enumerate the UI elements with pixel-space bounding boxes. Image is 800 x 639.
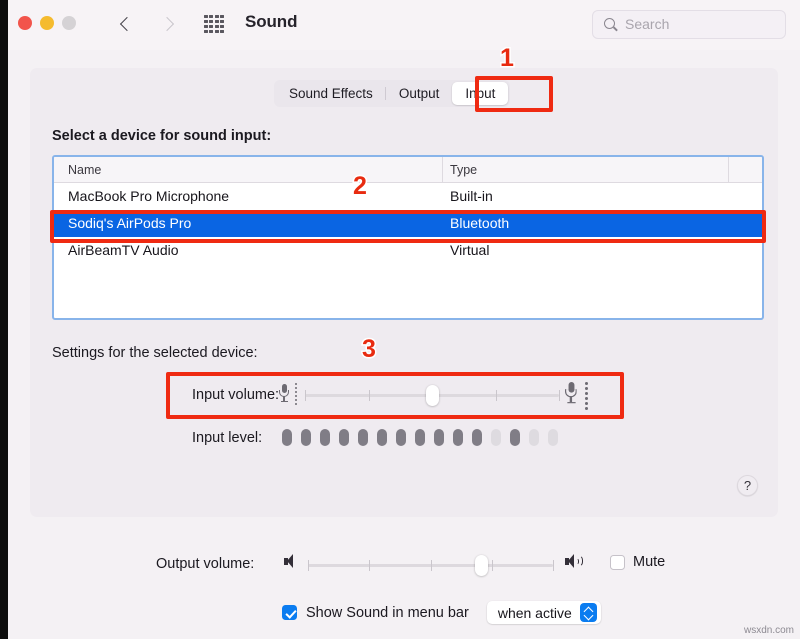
level-segment bbox=[320, 429, 330, 446]
annotation-number-1: 1 bbox=[499, 44, 516, 72]
level-segment bbox=[472, 429, 482, 446]
sound-preferences-window: Sound Search Sound Effects Output Input … bbox=[8, 0, 800, 639]
slider-tick bbox=[491, 560, 493, 571]
page-title: Sound bbox=[245, 12, 298, 31]
navigation-arrows bbox=[116, 11, 180, 37]
search-placeholder: Search bbox=[625, 16, 670, 32]
input-device-table[interactable]: Name Type MacBook Pro Microphone Built-i… bbox=[52, 155, 764, 320]
forward-chevron-icon[interactable] bbox=[160, 11, 180, 37]
device-name: Sodiq's AirPods Pro bbox=[68, 215, 192, 231]
slider-tick bbox=[308, 560, 309, 571]
chevron-up-down-icon bbox=[579, 603, 597, 622]
window-titlebar: Sound Search bbox=[8, 0, 800, 50]
level-segment bbox=[510, 429, 520, 446]
input-level-meter bbox=[282, 429, 558, 446]
speaker-high-icon bbox=[565, 553, 583, 569]
level-segment bbox=[282, 429, 292, 446]
slider-thumb[interactable] bbox=[475, 555, 489, 576]
table-row[interactable]: AirBeamTV Audio Virtual bbox=[54, 237, 762, 264]
show-sound-in-menu-bar-label: Show Sound in menu bar bbox=[306, 604, 469, 621]
input-level-label: Input level: bbox=[192, 430, 263, 446]
device-name: MacBook Pro Microphone bbox=[68, 188, 230, 204]
traffic-light-buttons bbox=[18, 16, 76, 30]
level-segment bbox=[415, 429, 425, 446]
search-icon bbox=[604, 18, 615, 29]
microphone-small-dots-icon bbox=[295, 383, 297, 405]
search-field[interactable]: Search bbox=[592, 10, 786, 39]
slider-tick bbox=[495, 390, 497, 401]
level-segment bbox=[339, 429, 349, 446]
slider-tick bbox=[559, 390, 560, 401]
level-segment bbox=[491, 429, 501, 446]
slider-tick bbox=[369, 560, 371, 571]
annotation-number-3: 3 bbox=[361, 335, 378, 363]
microphone-small-icon bbox=[279, 384, 289, 404]
device-type: Bluetooth bbox=[450, 215, 510, 231]
table-row[interactable]: MacBook Pro Microphone Built-in bbox=[54, 183, 762, 210]
show-sound-in-menu-bar-checkbox[interactable] bbox=[282, 605, 297, 620]
mute-checkbox-group[interactable]: Mute bbox=[610, 554, 665, 570]
tab-sound-effects[interactable]: Sound Effects bbox=[276, 82, 386, 105]
minimize-window-button[interactable] bbox=[40, 16, 54, 30]
settings-section-label: Settings for the selected device: bbox=[52, 345, 258, 361]
slider-tick bbox=[553, 560, 554, 571]
slider-tick bbox=[305, 390, 306, 401]
device-type: Virtual bbox=[450, 242, 490, 258]
level-segment bbox=[434, 429, 444, 446]
dropdown-value: when active bbox=[497, 604, 572, 621]
tab-input[interactable]: Input bbox=[452, 82, 509, 105]
slider-tick bbox=[430, 560, 432, 571]
microphone-large-dots-icon bbox=[585, 382, 588, 410]
level-segment bbox=[396, 429, 406, 446]
table-row[interactable]: Sodiq's AirPods Pro Bluetooth bbox=[54, 210, 762, 237]
column-divider bbox=[442, 157, 443, 183]
slider-tick bbox=[368, 390, 370, 401]
level-segment bbox=[529, 429, 539, 446]
microphone-large-icon bbox=[565, 382, 577, 406]
show-all-grid-icon[interactable] bbox=[204, 15, 224, 33]
watermark: wsxdn.com bbox=[743, 625, 794, 636]
sound-tab-bar: Sound Effects Output Input bbox=[274, 80, 511, 107]
tab-output[interactable]: Output bbox=[386, 82, 453, 105]
menu-bar-visibility-dropdown[interactable]: when active bbox=[486, 601, 601, 624]
zoom-window-button[interactable] bbox=[62, 16, 76, 30]
level-segment bbox=[377, 429, 387, 446]
speaker-low-icon bbox=[284, 553, 298, 569]
level-segment bbox=[453, 429, 463, 446]
close-window-button[interactable] bbox=[18, 16, 32, 30]
slider-thumb[interactable] bbox=[425, 385, 439, 406]
mute-checkbox[interactable] bbox=[610, 554, 625, 570]
input-volume-label: Input volume: bbox=[192, 387, 280, 403]
level-segment bbox=[358, 429, 368, 446]
help-question-icon[interactable]: ? bbox=[737, 475, 758, 496]
input-volume-slider[interactable] bbox=[305, 385, 560, 406]
back-chevron-icon[interactable] bbox=[116, 11, 136, 37]
annotation-number-2: 2 bbox=[352, 172, 369, 200]
menu-bar-option-group: Show Sound in menu bar when active bbox=[282, 601, 601, 624]
mute-label: Mute bbox=[633, 554, 666, 570]
device-name: AirBeamTV Audio bbox=[68, 242, 179, 258]
column-header-type[interactable]: Type bbox=[450, 163, 477, 177]
column-header-name[interactable]: Name bbox=[68, 163, 101, 177]
level-segment bbox=[301, 429, 311, 446]
output-volume-label: Output volume: bbox=[156, 556, 255, 572]
output-volume-slider[interactable] bbox=[308, 555, 554, 576]
level-segment bbox=[548, 429, 558, 446]
table-header-row: Name Type bbox=[54, 157, 762, 183]
column-divider bbox=[728, 157, 729, 183]
device-list-label: Select a device for sound input: bbox=[52, 128, 272, 144]
device-type: Built-in bbox=[450, 188, 493, 204]
